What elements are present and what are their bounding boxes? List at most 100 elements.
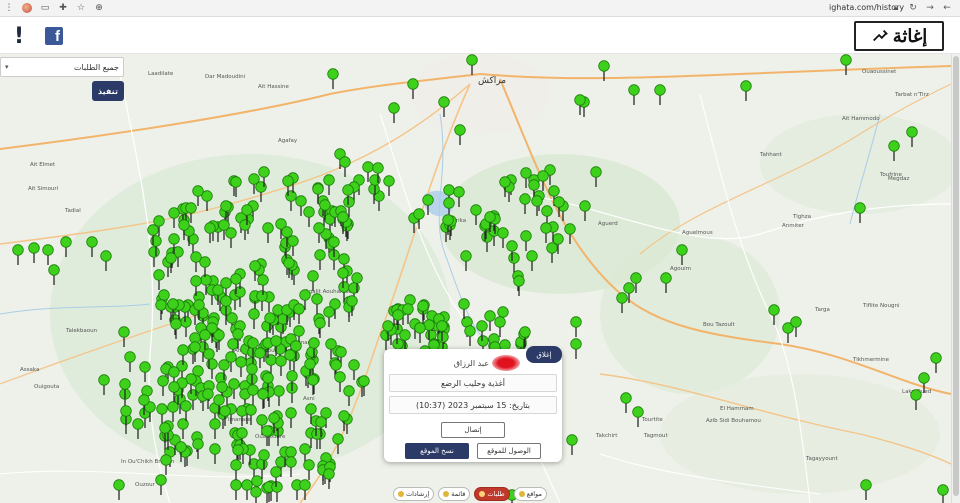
map-pin-icon[interactable] [566, 434, 578, 456]
star-icon[interactable]: ☆ [74, 1, 88, 15]
page-scrollbar[interactable] [951, 54, 960, 503]
map-pin-icon[interactable] [632, 406, 644, 428]
map-pin-icon[interactable] [458, 298, 470, 320]
map-pin-icon[interactable] [232, 328, 244, 350]
map-pin-icon[interactable] [218, 219, 230, 241]
map-pin-icon[interactable] [60, 236, 72, 258]
map-pin-icon[interactable] [388, 102, 400, 124]
map-pin-icon[interactable] [193, 299, 205, 321]
map-pin-icon[interactable] [303, 459, 315, 481]
map-pin-icon[interactable] [299, 479, 311, 501]
map-pin-icon[interactable] [120, 405, 132, 427]
map-pin-icon[interactable] [314, 249, 326, 271]
map-pin-icon[interactable] [466, 54, 478, 76]
back-icon[interactable]: ← [940, 1, 954, 15]
map-pin-icon[interactable] [531, 195, 543, 217]
map-pin-icon[interactable] [262, 222, 274, 244]
map-pin-icon[interactable] [910, 389, 922, 411]
map-pin-icon[interactable] [230, 459, 242, 481]
map-pin-icon[interactable] [177, 344, 189, 366]
map-pin-icon[interactable] [268, 412, 280, 434]
map-pin-icon[interactable] [213, 394, 225, 416]
map-pin-icon[interactable] [86, 236, 98, 258]
menu-dots-icon[interactable]: ⋮ [2, 1, 16, 15]
map-pin-icon[interactable] [124, 351, 136, 373]
map-pin-icon[interactable] [339, 156, 351, 178]
map-pin-icon[interactable] [190, 251, 202, 273]
map-pin-icon[interactable] [204, 222, 216, 244]
map-pin-icon[interactable] [464, 325, 476, 347]
map-pin-icon[interactable] [147, 224, 159, 246]
map-pin-icon[interactable] [654, 84, 666, 106]
map-pin-icon[interactable] [118, 326, 130, 348]
close-popup-button[interactable]: إغلاق [526, 346, 562, 363]
map-pin-icon[interactable] [159, 422, 171, 444]
map-pin-icon[interactable] [209, 443, 221, 465]
map-pin-icon[interactable] [325, 338, 337, 360]
map-pin-icon[interactable] [230, 176, 242, 198]
goto-location-button[interactable]: الوصول للموقع [477, 443, 541, 459]
contact-button[interactable]: إتصال [441, 422, 505, 438]
map-pin-icon[interactable] [337, 267, 349, 289]
map-pin-icon[interactable] [570, 338, 582, 360]
map-pin-icon[interactable] [192, 185, 204, 207]
map-pin-icon[interactable] [138, 394, 150, 416]
tab-list[interactable]: قائمة [438, 487, 471, 501]
map-pin-icon[interactable] [438, 96, 450, 118]
map-pin-icon[interactable] [676, 244, 688, 266]
map-pin-icon[interactable] [258, 449, 270, 471]
map-pin-icon[interactable] [768, 304, 780, 326]
map-pin-icon[interactable] [257, 388, 269, 410]
map-pin-icon[interactable] [519, 326, 531, 348]
map-pin-icon[interactable] [287, 235, 299, 257]
map-pin-icon[interactable] [119, 378, 131, 400]
map-pin-icon[interactable] [417, 300, 429, 322]
side-panel-icon[interactable]: ▭ [38, 1, 52, 15]
map-pin-icon[interactable] [906, 126, 918, 148]
map-pin-icon[interactable] [332, 433, 344, 455]
map-pin-icon[interactable] [407, 78, 419, 100]
map-pin-icon[interactable] [270, 335, 282, 357]
map-pin-icon[interactable] [153, 269, 165, 291]
map-pin-icon[interactable] [157, 375, 169, 397]
puzzle-icon[interactable]: ✚ [56, 1, 70, 15]
map-pin-icon[interactable] [246, 363, 258, 385]
map-pin-icon[interactable] [660, 272, 672, 294]
map-pin-icon[interactable] [175, 441, 187, 463]
map-pin-icon[interactable] [570, 316, 582, 338]
map-pin-icon[interactable] [192, 438, 204, 460]
forward-icon[interactable]: → [923, 1, 937, 15]
scrollbar-thumb[interactable] [953, 56, 959, 496]
map-pin-icon[interactable] [241, 204, 253, 226]
map-pin-icon[interactable] [160, 454, 172, 476]
map-pin-icon[interactable] [245, 404, 257, 426]
map-pin-icon[interactable] [283, 257, 295, 279]
map-pin-icon[interactable] [212, 284, 224, 306]
map-pin-icon[interactable] [139, 361, 151, 383]
map-pin-icon[interactable] [167, 298, 179, 320]
map-pin-icon[interactable] [155, 474, 167, 496]
map-pin-icon[interactable] [307, 374, 319, 396]
map-pin-icon[interactable] [937, 484, 949, 503]
map-pin-icon[interactable] [225, 351, 237, 373]
map-pin-icon[interactable] [358, 375, 370, 397]
map-pin-icon[interactable] [546, 242, 558, 264]
map-pin-icon[interactable] [180, 400, 192, 422]
map-pin-icon[interactable] [383, 175, 395, 197]
map-pin-icon[interactable] [282, 175, 294, 197]
request-filter-select[interactable]: جميع الطلبات ▾ [0, 57, 124, 77]
map-pin-icon[interactable] [840, 54, 852, 76]
map-pin-icon[interactable] [930, 352, 942, 374]
alert-icon[interactable]: ! [14, 26, 26, 48]
map-pin-icon[interactable] [436, 320, 448, 342]
map-pin-icon[interactable] [854, 202, 866, 224]
map-pin-icon[interactable] [520, 167, 532, 189]
map-pin-icon[interactable] [314, 317, 326, 339]
map-pin-icon[interactable] [337, 211, 349, 233]
map-pin-icon[interactable] [860, 479, 872, 501]
map-pin-icon[interactable] [308, 337, 320, 359]
tab-sites[interactable]: مواقع [513, 487, 547, 501]
map-pin-icon[interactable] [392, 309, 404, 331]
map-pin-icon[interactable] [275, 355, 287, 377]
map-pin-icon[interactable] [295, 195, 307, 217]
